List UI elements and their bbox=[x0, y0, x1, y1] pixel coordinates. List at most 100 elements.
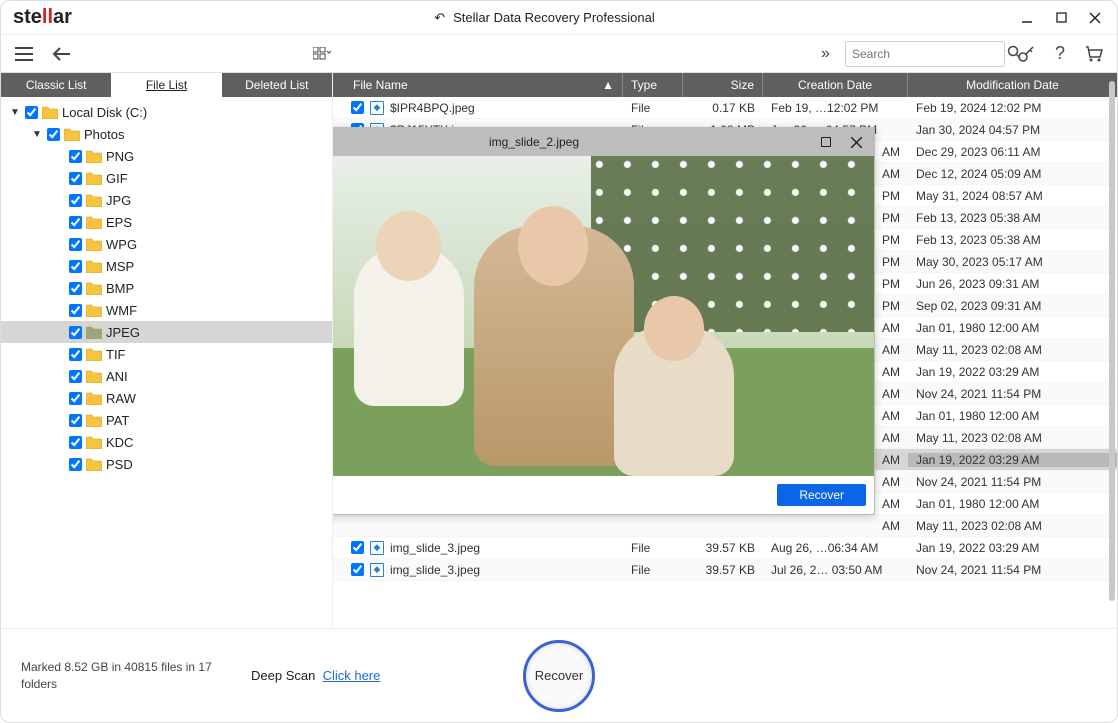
modification-date: Jan 30, 2024 04:57 PM bbox=[908, 123, 1117, 137]
tree-label: MSP bbox=[106, 259, 134, 274]
tab-file-list[interactable]: File List bbox=[111, 73, 221, 97]
col-type[interactable]: Type bbox=[623, 73, 683, 97]
col-size[interactable]: Size bbox=[683, 73, 763, 97]
col-filename[interactable]: File Name ▲ bbox=[333, 73, 623, 97]
tree-checkbox[interactable] bbox=[69, 282, 82, 295]
tree-label: PSD bbox=[106, 457, 133, 472]
tree-node-raw[interactable]: RAW bbox=[1, 387, 332, 409]
modification-date: Sep 02, 2023 09:31 AM bbox=[908, 299, 1117, 313]
tree-checkbox[interactable] bbox=[69, 436, 82, 449]
tree-checkbox[interactable] bbox=[69, 414, 82, 427]
scrollbar-thumb[interactable] bbox=[1109, 81, 1115, 601]
search-box[interactable] bbox=[845, 41, 1005, 67]
tree-node-pat[interactable]: PAT bbox=[1, 409, 332, 431]
tree-node-jpeg[interactable]: JPEG bbox=[1, 321, 332, 343]
image-file-icon: ◆ bbox=[370, 563, 384, 577]
folder-icon bbox=[86, 282, 102, 295]
preview-maximize-button[interactable] bbox=[816, 132, 836, 152]
tree-node-gif[interactable]: GIF bbox=[1, 167, 332, 189]
file-size: 39.57 KB bbox=[683, 563, 763, 577]
menu-icon[interactable] bbox=[11, 41, 37, 67]
deep-scan-link[interactable]: Click here bbox=[323, 668, 381, 683]
scrollbar[interactable] bbox=[1109, 81, 1115, 601]
tree-node-bmp[interactable]: BMP bbox=[1, 277, 332, 299]
preview-titlebar[interactable]: img_slide_2.jpeg bbox=[333, 128, 874, 156]
tree-node-wmf[interactable]: WMF bbox=[1, 299, 332, 321]
key-icon[interactable] bbox=[1013, 41, 1039, 67]
tree-checkbox[interactable] bbox=[69, 150, 82, 163]
tree-node-eps[interactable]: EPS bbox=[1, 211, 332, 233]
cart-icon[interactable] bbox=[1081, 41, 1107, 67]
creation-date: Feb 19, …12:02 PM bbox=[763, 101, 908, 115]
tree-checkbox[interactable] bbox=[69, 348, 82, 361]
close-button[interactable] bbox=[1085, 8, 1105, 28]
tree-checkbox[interactable] bbox=[25, 106, 38, 119]
back-button[interactable] bbox=[49, 41, 75, 67]
tree-checkbox[interactable] bbox=[69, 194, 82, 207]
tree-node-msp[interactable]: MSP bbox=[1, 255, 332, 277]
preview-close-button[interactable] bbox=[846, 132, 866, 152]
modification-date: Jan 19, 2022 03:29 AM bbox=[908, 365, 1117, 379]
tree-checkbox[interactable] bbox=[69, 326, 82, 339]
tree-node-psd[interactable]: PSD bbox=[1, 453, 332, 475]
tab-classic-list[interactable]: Classic List bbox=[1, 73, 111, 97]
row-checkbox[interactable] bbox=[351, 541, 364, 554]
tree-node-png[interactable]: PNG bbox=[1, 145, 332, 167]
main-area: Classic List File List Deleted List ▼Loc… bbox=[1, 73, 1117, 628]
grid-view-icon[interactable] bbox=[309, 41, 335, 67]
file-grid[interactable]: ◆$IPR4BPQ.jpegFile0.17 KBFeb 19, …12:02 … bbox=[333, 97, 1117, 628]
tab-deleted-list[interactable]: Deleted List bbox=[222, 73, 332, 97]
tree-checkbox[interactable] bbox=[69, 172, 82, 185]
folder-tree[interactable]: ▼Local Disk (C:)▼PhotosPNGGIFJPGEPS WPG MS… bbox=[1, 97, 332, 628]
folder-icon bbox=[86, 370, 102, 383]
tree-checkbox[interactable] bbox=[69, 304, 82, 317]
sidebar-tabs: Classic List File List Deleted List bbox=[1, 73, 332, 97]
footer: Marked 8.52 GB in 40815 files in 17 fold… bbox=[1, 628, 1117, 722]
tree-node-local-disk-c-[interactable]: ▼Local Disk (C:) bbox=[1, 101, 332, 123]
help-icon[interactable]: ? bbox=[1047, 41, 1073, 67]
titlebar: stellar ↶ Stellar Data Recovery Professi… bbox=[1, 1, 1117, 35]
tree-checkbox[interactable] bbox=[69, 458, 82, 471]
modification-date: Feb 19, 2024 12:02 PM bbox=[908, 101, 1117, 115]
preview-window[interactable]: img_slide_2.jpeg bbox=[333, 127, 875, 515]
expand-icon[interactable]: » bbox=[811, 41, 837, 67]
maximize-button[interactable] bbox=[1051, 8, 1071, 28]
tree-node-tif[interactable]: TIF bbox=[1, 343, 332, 365]
table-row[interactable]: ◆img_slide_3.jpegFile39.57 KBAug 26, …06… bbox=[333, 537, 1117, 559]
back-arrow-icon[interactable]: ↶ bbox=[434, 10, 445, 26]
tree-checkbox[interactable] bbox=[47, 128, 60, 141]
col-creation-date[interactable]: Creation Date bbox=[763, 73, 908, 97]
col-modification-date[interactable]: Modification Date bbox=[908, 73, 1117, 97]
caret-icon[interactable]: ▼ bbox=[31, 129, 43, 140]
app-title: Stellar Data Recovery Professional bbox=[453, 10, 655, 25]
table-row[interactable]: AMMay 11, 2023 02:08 AM bbox=[333, 515, 1117, 537]
folder-icon bbox=[86, 172, 102, 185]
tree-checkbox[interactable] bbox=[69, 370, 82, 383]
recover-button[interactable]: Recover bbox=[523, 640, 595, 712]
folder-icon bbox=[86, 392, 102, 405]
search-input[interactable] bbox=[852, 47, 1007, 61]
minimize-button[interactable] bbox=[1017, 8, 1037, 28]
tree-node-jpg[interactable]: JPG bbox=[1, 189, 332, 211]
tree-node-ani[interactable]: ANI bbox=[1, 365, 332, 387]
tree-checkbox[interactable] bbox=[69, 392, 82, 405]
tree-label: TIF bbox=[106, 347, 126, 362]
app-logo: stellar bbox=[13, 6, 72, 29]
row-checkbox[interactable] bbox=[351, 101, 364, 114]
tree-checkbox[interactable] bbox=[69, 238, 82, 251]
tree-label: WPG bbox=[106, 237, 137, 252]
tree-checkbox[interactable] bbox=[69, 260, 82, 273]
tree-node-wpg[interactable]: WPG bbox=[1, 233, 332, 255]
table-row[interactable]: ◆$IPR4BPQ.jpegFile0.17 KBFeb 19, …12:02 … bbox=[333, 97, 1117, 119]
tree-node-photos[interactable]: ▼Photos bbox=[1, 123, 332, 145]
caret-icon[interactable]: ▼ bbox=[9, 107, 21, 118]
table-row[interactable]: ◆img_slide_3.jpegFile39.57 KBJul 26, 2… … bbox=[333, 559, 1117, 581]
modification-date: Jan 01, 1980 12:00 AM bbox=[908, 409, 1117, 423]
tree-node-kdc[interactable]: KDC bbox=[1, 431, 332, 453]
file-type: File bbox=[623, 541, 683, 555]
modification-date: May 11, 2023 02:08 AM bbox=[908, 343, 1117, 357]
modification-date: May 30, 2023 05:17 AM bbox=[908, 255, 1117, 269]
tree-checkbox[interactable] bbox=[69, 216, 82, 229]
preview-recover-button[interactable]: Recover bbox=[777, 484, 866, 506]
row-checkbox[interactable] bbox=[351, 563, 364, 576]
